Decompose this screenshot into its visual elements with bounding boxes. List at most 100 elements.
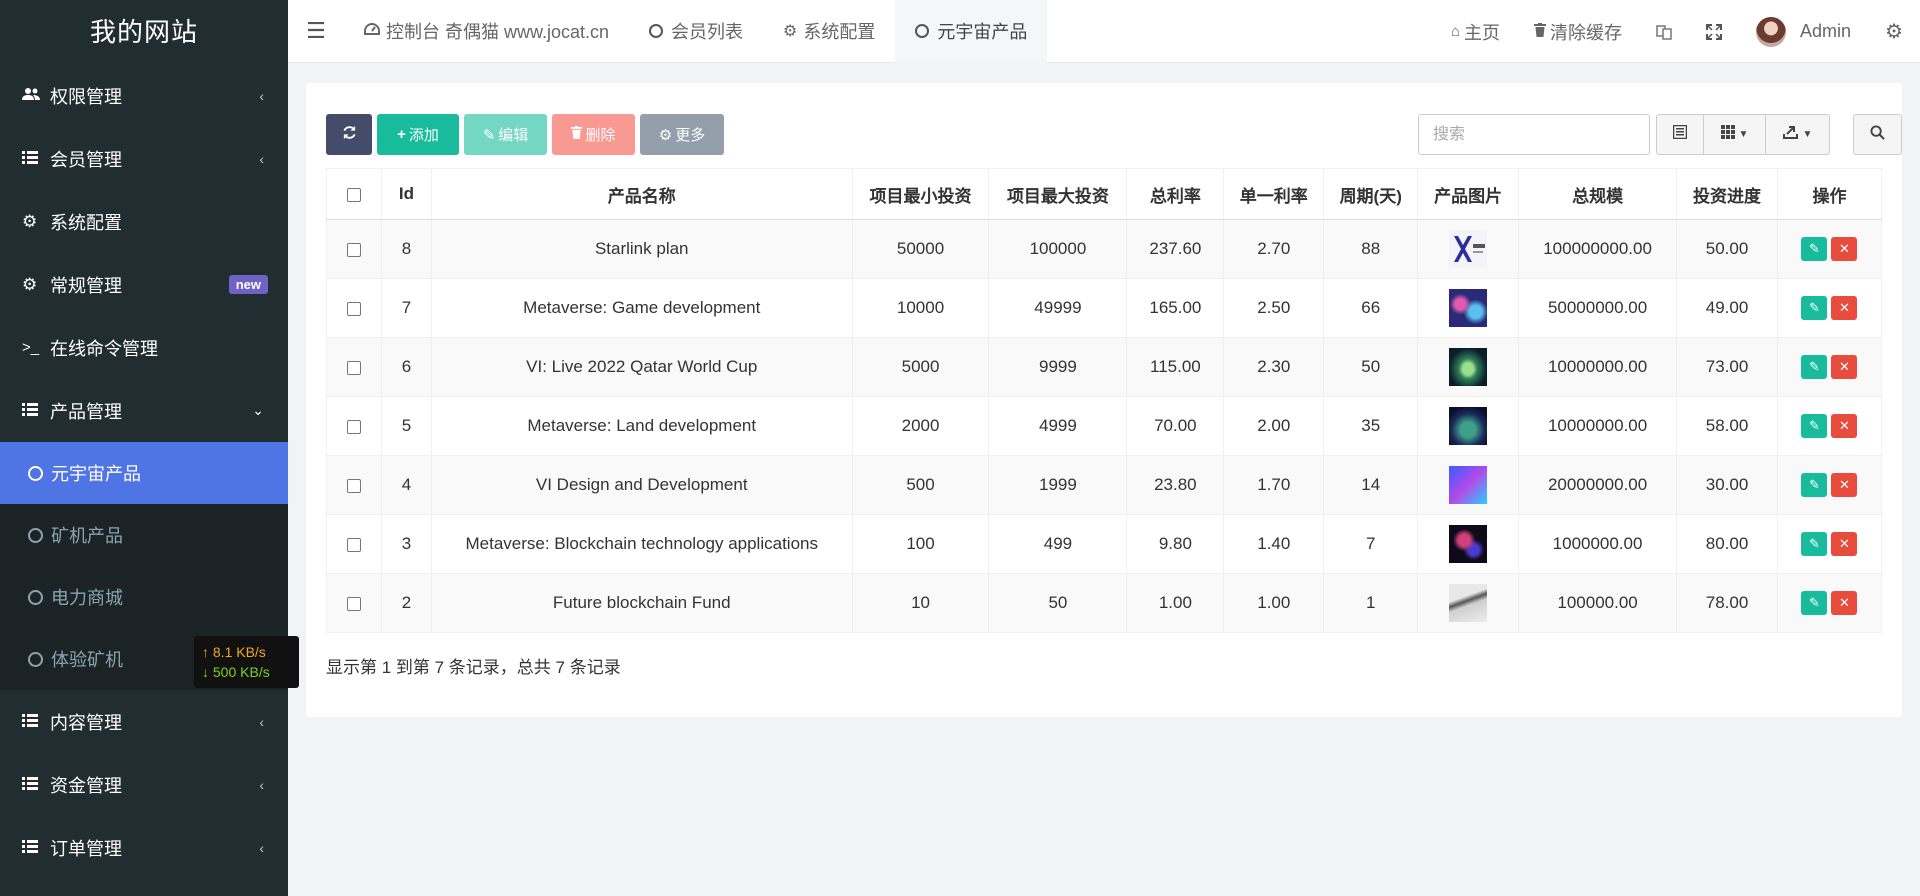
columns-dropdown-button[interactable]: ▼ (1704, 115, 1766, 154)
row-delete-button[interactable]: ✕ (1831, 591, 1858, 615)
column-header[interactable]: 产品图片 (1417, 168, 1520, 220)
row-delete-button[interactable]: ✕ (1831, 355, 1858, 379)
row-edit-button[interactable]: ✎ (1801, 296, 1828, 320)
product-thumbnail[interactable] (1449, 525, 1488, 563)
column-header[interactable]: Id (380, 168, 432, 220)
product-thumbnail[interactable] (1449, 230, 1488, 268)
row-checkbox[interactable] (346, 242, 361, 257)
sidebar-item-funds[interactable]: 资金管理 ‹ (0, 753, 288, 816)
cell-actions: ✎ ✕ (1776, 514, 1883, 574)
table-row[interactable]: 8 Starlink plan 50000 100000 237.60 2.70… (326, 219, 1883, 279)
select-all-checkbox[interactable] (346, 187, 361, 202)
tab-label: 会员列表 (671, 22, 744, 42)
tab-metaverse-products[interactable]: 元宇宙产品 (895, 0, 1048, 63)
row-checkbox[interactable] (346, 301, 361, 316)
clear-cache-button[interactable]: 清除缓存 (1517, 19, 1639, 45)
export-dropdown-button[interactable]: ▼ (1766, 115, 1829, 154)
column-header[interactable]: 产品名称 (430, 168, 853, 220)
product-thumbnail[interactable] (1449, 407, 1488, 445)
more-button[interactable]: ⚙ 更多 (640, 114, 724, 155)
sidebar-subitem-miner-products[interactable]: 矿机产品 (0, 504, 288, 566)
add-button[interactable]: + 添加 (377, 114, 459, 155)
avatar (1756, 16, 1787, 47)
refresh-button[interactable] (326, 114, 372, 155)
sidebar-item-content[interactable]: 内容管理 ‹ (0, 690, 288, 753)
table-row[interactable]: 5 Metaverse: Land development 2000 4999 … (326, 396, 1883, 456)
cell-single-rate: 2.50 (1223, 278, 1325, 338)
column-header: 操作 (1776, 168, 1883, 220)
list-icon (22, 838, 44, 858)
table-row[interactable]: 7 Metaverse: Game development 10000 4999… (326, 278, 1883, 338)
tab-system-config[interactable]: ⚙ 系统配置 (763, 0, 895, 63)
cell-total-rate: 1.00 (1126, 573, 1225, 633)
language-icon[interactable] (1639, 24, 1689, 40)
cell-period: 50 (1323, 337, 1419, 397)
sidebar-subitem-metaverse-products[interactable]: 元宇宙产品 (0, 442, 288, 504)
row-checkbox[interactable] (346, 478, 361, 493)
home-link[interactable]: ⌂ 主页 (1434, 19, 1517, 45)
column-header[interactable]: 总规模 (1518, 168, 1678, 220)
row-edit-button[interactable]: ✎ (1801, 414, 1828, 438)
list-icon (22, 775, 44, 795)
row-edit-button[interactable]: ✎ (1801, 355, 1828, 379)
export-icon (1782, 125, 1799, 144)
row-edit-button[interactable]: ✎ (1801, 237, 1828, 261)
toggle-view-button[interactable] (1657, 115, 1704, 154)
product-thumbnail[interactable] (1449, 289, 1488, 327)
row-delete-button[interactable]: ✕ (1831, 532, 1858, 556)
row-delete-button[interactable]: ✕ (1831, 473, 1858, 497)
column-header[interactable]: 总利率 (1126, 168, 1225, 220)
site-brand[interactable]: 我的网站 (0, 0, 288, 64)
tab-dashboard[interactable]: 控制台 奇偶猫 www.jocat.cn (344, 0, 629, 63)
column-header[interactable]: 项目最大投资 (988, 168, 1128, 220)
user-name: Admin (1800, 21, 1852, 41)
sidebar-item-members[interactable]: 会员管理 ‹ (0, 127, 288, 190)
fullscreen-icon[interactable] (1689, 23, 1739, 40)
search-input[interactable] (1418, 114, 1650, 155)
table-row[interactable]: 3 Metaverse: Blockchain technology appli… (326, 514, 1883, 574)
column-header[interactable]: 投资进度 (1676, 168, 1778, 220)
gears-icon: ⚙ (22, 274, 38, 294)
row-checkbox[interactable] (346, 596, 361, 611)
cell-period: 35 (1323, 396, 1419, 456)
sidebar-item-label: 内容管理 (50, 712, 122, 733)
sidebar-item-system-config[interactable]: ⚙ 系统配置 (0, 190, 288, 253)
table-row[interactable]: 4 VI Design and Development 500 1999 23.… (326, 455, 1883, 515)
row-checkbox[interactable] (346, 419, 361, 434)
row-edit-button[interactable]: ✎ (1801, 591, 1828, 615)
column-header[interactable]: 单一利率 (1223, 168, 1325, 220)
row-checkbox[interactable] (346, 360, 361, 375)
sidebar-item-general[interactable]: ⚙ 常规管理 new (0, 253, 288, 316)
new-badge: new (228, 275, 268, 294)
search-button[interactable] (1853, 114, 1902, 155)
table-row[interactable]: 2 Future blockchain Fund 10 50 1.00 1.00… (326, 573, 1883, 633)
cell-id: 8 (380, 219, 432, 279)
settings-icon[interactable]: ⚙ (1868, 19, 1920, 44)
row-checkbox[interactable] (346, 537, 361, 552)
tab-label: 系统配置 (803, 22, 876, 42)
circle-icon (649, 24, 664, 38)
tab-member-list[interactable]: 会员列表 (629, 0, 763, 63)
column-header[interactable]: 周期(天) (1323, 168, 1419, 220)
upload-speed: ↑ 8.1 KB/s (202, 644, 266, 660)
edit-button[interactable]: ✎ 编辑 (464, 114, 547, 155)
sidebar-subitem-power-mall[interactable]: 电力商城 (0, 566, 288, 628)
circle-icon (28, 527, 43, 543)
product-thumbnail[interactable] (1449, 584, 1488, 622)
sidebar-item-orders[interactable]: 订单管理 ‹ (0, 816, 288, 879)
product-thumbnail[interactable] (1449, 348, 1488, 386)
delete-button[interactable]: 删除 (552, 114, 635, 155)
row-delete-button[interactable]: ✕ (1831, 237, 1858, 261)
row-edit-button[interactable]: ✎ (1801, 473, 1828, 497)
table-row[interactable]: 6 VI: Live 2022 Qatar World Cup 5000 999… (326, 337, 1883, 397)
column-header[interactable]: 项目最小投资 (851, 168, 990, 220)
row-delete-button[interactable]: ✕ (1831, 296, 1858, 320)
sidebar-item-products[interactable]: 产品管理 ⌄ (0, 379, 288, 442)
sidebar-item-online-command[interactable]: >_ 在线命令管理 (0, 316, 288, 379)
sidebar-item-permissions[interactable]: 权限管理 ‹ (0, 64, 288, 127)
product-thumbnail[interactable] (1449, 466, 1488, 504)
user-menu[interactable]: Admin (1739, 16, 1868, 47)
menu-toggle-icon[interactable]: ☰ (288, 18, 344, 44)
row-edit-button[interactable]: ✎ (1801, 532, 1828, 556)
row-delete-button[interactable]: ✕ (1831, 414, 1858, 438)
